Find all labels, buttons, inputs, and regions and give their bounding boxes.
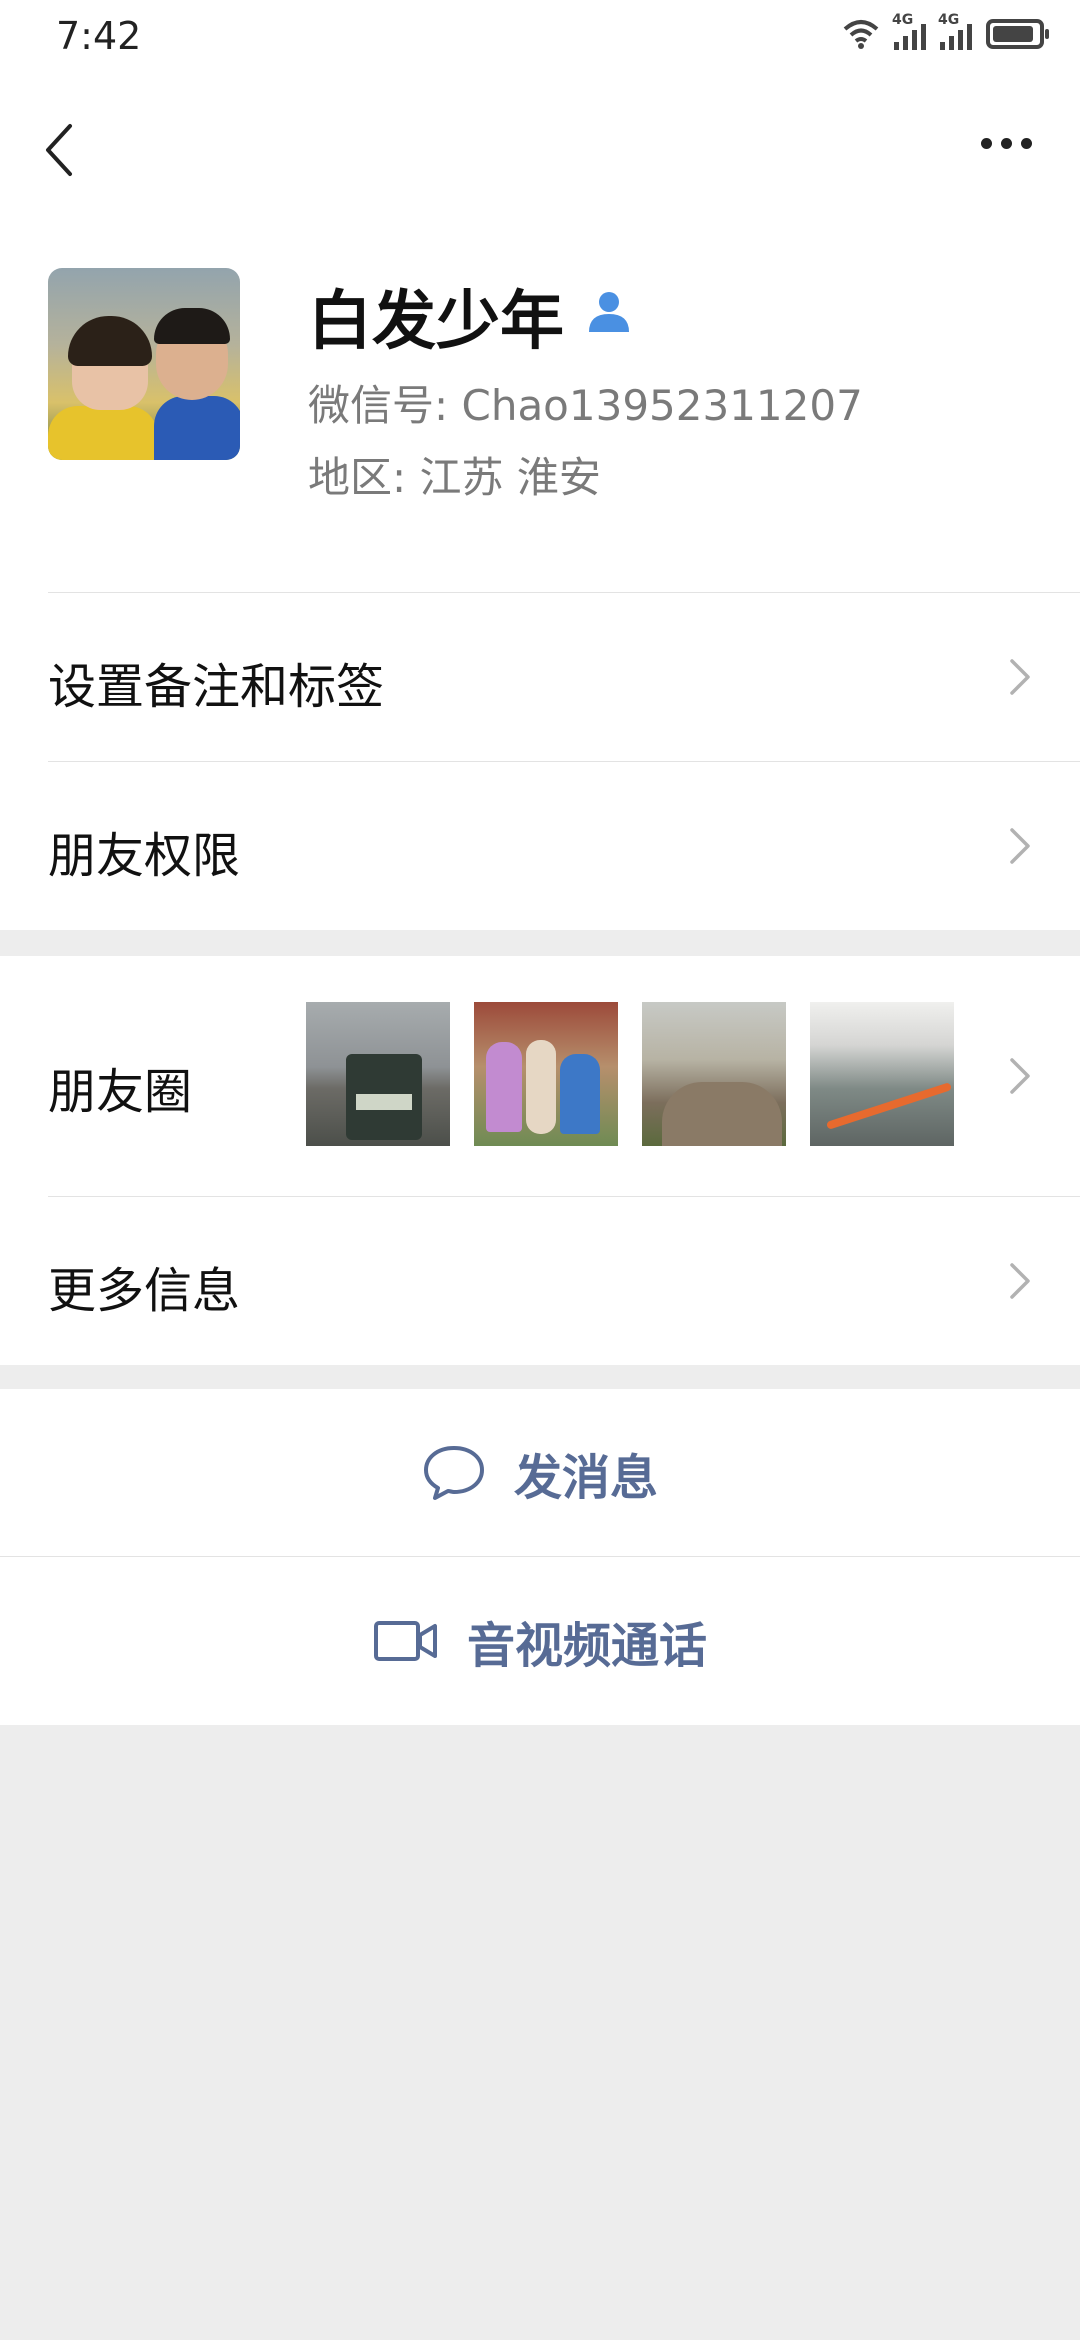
section-gap [0,1365,1080,1389]
moments-thumbnail[interactable] [810,1002,954,1146]
row-label: 朋友圈 [48,1064,193,1120]
row-remarks-tags[interactable]: 设置备注和标签 [0,593,1080,761]
person-icon [589,292,629,332]
section-gap [0,930,1080,956]
row-label: 设置备注和标签 [48,659,385,715]
network-type-1: 4G [892,12,914,28]
video-call-label: 音视频通话 [466,1618,707,1674]
row-friend-permissions[interactable]: 朋友权限 [0,762,1080,930]
status-icons: 4G 4G [842,12,1049,50]
profile-page: 7:42 4G 4G 白发少年 微信号: Chao13952311207 地区:… [0,0,1080,1725]
status-time: 7:42 [56,14,142,58]
row-label: 更多信息 [48,1263,241,1319]
chat-bubble-icon [423,1445,484,1500]
top-nav [0,100,1080,200]
avatar[interactable] [48,268,240,460]
chevron-right-icon [1010,659,1030,695]
moments-thumbnails [306,1002,954,1146]
chevron-right-icon [1010,1058,1030,1094]
back-arrow-icon[interactable] [40,120,80,180]
wifi-icon [843,20,879,49]
chevron-right-icon [1010,1263,1030,1299]
profile-name: 白发少年 [308,285,564,359]
more-dots-icon[interactable] [981,138,1032,149]
network-type-2: 4G [938,12,960,28]
row-label: 朋友权限 [48,828,241,884]
wechat-id: 微信号: Chao13952311207 [308,381,863,430]
moments-thumbnail[interactable] [474,1002,618,1146]
moments-thumbnail[interactable] [306,1002,450,1146]
video-call-button[interactable]: 音视频通话 [0,1557,1080,1725]
status-bar: 7:42 4G 4G [0,0,1080,76]
signal-icon-1: 4G [892,12,926,50]
chevron-right-icon [1010,828,1030,864]
region: 地区: 江苏 淮安 [308,453,601,502]
send-message-label: 发消息 [513,1449,658,1506]
send-message-button[interactable]: 发消息 [0,1389,1080,1556]
signal-icon-2: 4G [938,12,972,50]
battery-icon [986,19,1049,49]
video-camera-icon [373,1621,437,1661]
row-more-info[interactable]: 更多信息 [0,1197,1080,1365]
moments-thumbnail[interactable] [642,1002,786,1146]
